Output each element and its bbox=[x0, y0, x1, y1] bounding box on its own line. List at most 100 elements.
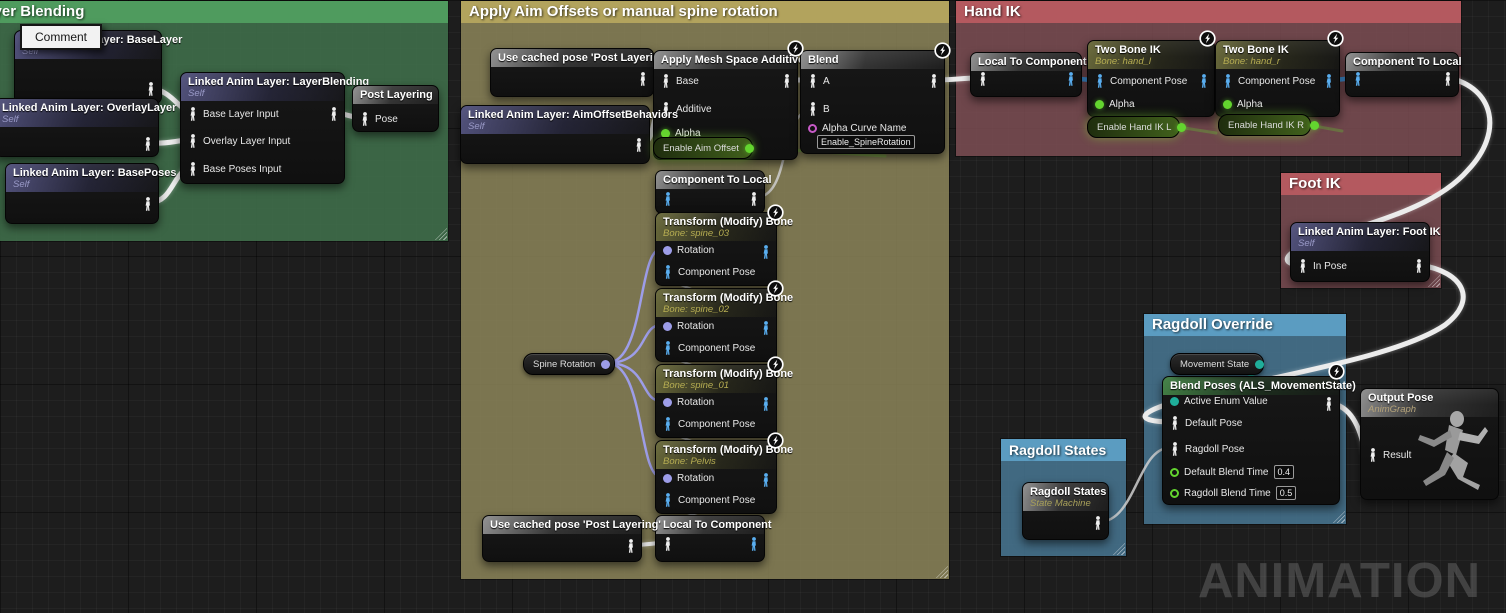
pin-component-pose-input[interactable]: Component Pose bbox=[663, 493, 755, 507]
pin-pose-output[interactable] bbox=[749, 192, 759, 206]
pin-pose-input[interactable] bbox=[978, 72, 988, 86]
pin-active-enum-value[interactable]: Active Enum Value bbox=[1170, 394, 1268, 408]
pin-pose-input[interactable] bbox=[663, 537, 673, 551]
node-linked-anim-layer-baseposes[interactable]: Linked Anim Layer: BasePoses Self bbox=[5, 163, 159, 224]
node-component-to-local-hand[interactable]: Component To Local bbox=[1345, 52, 1459, 97]
node-transform-modify-bone-pelvis[interactable]: Transform (Modify) Bone Bone: Pelvis Rot… bbox=[655, 440, 777, 514]
pin-pose-output[interactable] bbox=[146, 82, 156, 96]
pin-pose-output[interactable] bbox=[638, 72, 648, 86]
rotator-pin[interactable] bbox=[601, 360, 610, 369]
alpha-curve-name-field[interactable]: Enable_SpineRotation bbox=[817, 135, 915, 149]
node-two-bone-ik-left[interactable]: Two Bone IK Bone: hand_l Component Pose … bbox=[1087, 40, 1215, 117]
pin-pose-output[interactable] bbox=[626, 539, 636, 553]
pin-rotation-input[interactable]: Rotation bbox=[663, 319, 714, 333]
node-ragdoll-states-statemachine[interactable]: Ragdoll States State Machine bbox=[1022, 482, 1109, 540]
node-subtitle: Self bbox=[1298, 238, 1422, 249]
bool-pin[interactable] bbox=[1177, 123, 1186, 132]
node-transform-modify-bone-spine03[interactable]: Transform (Modify) Bone Bone: spine_03 R… bbox=[655, 212, 777, 286]
pin-pose-output[interactable] bbox=[634, 138, 644, 152]
enum-pin[interactable] bbox=[1255, 360, 1264, 369]
pin-pose-output[interactable] bbox=[782, 74, 792, 88]
node-title: Post Layering bbox=[360, 89, 431, 101]
pin-component-pose-input[interactable]: Component Pose bbox=[1095, 74, 1187, 88]
bool-pin[interactable] bbox=[1310, 121, 1319, 130]
node-title: Ragdoll States bbox=[1030, 486, 1101, 498]
pill-spine-rotation[interactable]: Spine Rotation bbox=[523, 353, 615, 375]
pin-component-pose-input[interactable] bbox=[663, 192, 673, 206]
pin-pose-output[interactable] bbox=[329, 107, 339, 121]
pin-component-pose-output[interactable] bbox=[1066, 72, 1076, 86]
node-blend[interactable]: Blend A B Alpha Curve Name Enable_SpineR… bbox=[800, 50, 945, 154]
node-output-pose[interactable]: Output Pose AnimGraph Result bbox=[1360, 388, 1499, 500]
node-component-to-local-mid[interactable]: Component To Local bbox=[655, 170, 765, 214]
pill-enable-hand-ik-l[interactable]: Enable Hand IK L bbox=[1087, 116, 1180, 138]
pin-component-pose-input[interactable]: Component Pose bbox=[663, 341, 755, 355]
pin-alpha-curve-name[interactable]: Alpha Curve Name bbox=[808, 121, 906, 135]
node-two-bone-ik-right[interactable]: Two Bone IK Bone: hand_r Component Pose … bbox=[1215, 40, 1340, 117]
pill-enable-hand-ik-r[interactable]: Enable Hand IK R bbox=[1218, 114, 1311, 136]
pin-component-pose-output[interactable] bbox=[761, 397, 771, 411]
node-linked-anim-layer-layerblending[interactable]: Linked Anim Layer: LayerBlending Self Ba… bbox=[180, 72, 345, 184]
node-linked-anim-layer-overlaylayer[interactable]: Linked Anim Layer: OverlayLayer Self bbox=[0, 98, 159, 157]
pin-pose-input[interactable]: Pose bbox=[360, 112, 398, 126]
animgraph-canvas[interactable]: ANIMATION Layer Blending Apply Aim Offse… bbox=[0, 0, 1506, 613]
pin-pose-output[interactable] bbox=[1093, 516, 1103, 530]
pin-alpha-input[interactable]: Alpha bbox=[1095, 97, 1135, 111]
node-post-layering[interactable]: Post Layering Pose bbox=[352, 85, 439, 132]
node-blend-poses-movementstate[interactable]: Blend Poses (ALS_MovementState) Active E… bbox=[1162, 376, 1340, 505]
pin-component-pose-input[interactable] bbox=[1353, 72, 1363, 86]
ragdoll-blend-time-field[interactable]: 0.5 bbox=[1276, 486, 1297, 500]
pin-overlay-layer-input[interactable]: Overlay Layer Input bbox=[188, 134, 290, 148]
pin-pose-output[interactable] bbox=[143, 137, 153, 151]
pin-pose-output[interactable] bbox=[1443, 72, 1453, 86]
pin-rotation-input[interactable]: Rotation bbox=[663, 243, 714, 257]
pin-pose-output[interactable] bbox=[1324, 397, 1334, 411]
pin-a-input[interactable]: A bbox=[808, 74, 830, 88]
pin-base-input[interactable]: Base bbox=[661, 74, 699, 88]
comment-title[interactable]: Hand IK bbox=[956, 1, 1461, 23]
pin-component-pose-output[interactable] bbox=[761, 473, 771, 487]
pin-b-input[interactable]: B bbox=[808, 102, 830, 116]
pin-rotation-input[interactable]: Rotation bbox=[663, 395, 714, 409]
pin-component-pose-output[interactable] bbox=[761, 321, 771, 335]
fast-path-icon bbox=[767, 432, 784, 449]
pin-label: Component Pose bbox=[678, 419, 755, 430]
pill-enable-aim-offset[interactable]: Enable Aim Offset bbox=[653, 137, 753, 159]
pin-alpha-input[interactable]: Alpha bbox=[1223, 97, 1263, 111]
comment-title[interactable]: Ragdoll Override bbox=[1144, 314, 1346, 336]
comment-title[interactable]: Ragdoll States bbox=[1001, 439, 1126, 461]
node-local-to-component-hand[interactable]: Local To Component bbox=[970, 52, 1082, 97]
pin-pose-output[interactable] bbox=[1414, 259, 1424, 273]
node-use-cached-pose-top[interactable]: Use cached pose 'Post Layering' bbox=[490, 48, 654, 97]
pin-component-pose-output[interactable] bbox=[761, 245, 771, 259]
pin-ragdoll-pose[interactable]: Ragdoll Pose bbox=[1170, 442, 1244, 456]
default-blend-time-field[interactable]: 0.4 bbox=[1274, 465, 1295, 479]
bool-pin[interactable] bbox=[745, 144, 754, 153]
pin-component-pose-input[interactable]: Component Pose bbox=[663, 265, 755, 279]
pin-default-pose[interactable]: Default Pose bbox=[1170, 416, 1242, 430]
pin-in-pose-input[interactable]: In Pose bbox=[1298, 259, 1347, 273]
pill-movement-state[interactable]: Movement State bbox=[1170, 353, 1264, 375]
node-transform-modify-bone-spine02[interactable]: Transform (Modify) Bone Bone: spine_02 R… bbox=[655, 288, 777, 362]
pin-base-poses-input[interactable]: Base Poses Input bbox=[188, 162, 281, 176]
node-use-cached-pose-bottom[interactable]: Use cached pose 'Post Layering' bbox=[482, 515, 642, 562]
pin-pose-output[interactable] bbox=[143, 197, 153, 211]
pin-rotation-input[interactable]: Rotation bbox=[663, 471, 714, 485]
pin-component-pose-output[interactable] bbox=[1324, 74, 1334, 88]
comment-title[interactable]: Layer Blending bbox=[0, 1, 448, 23]
pin-ragdoll-blend-time[interactable]: Ragdoll Blend Time0.5 bbox=[1170, 486, 1296, 500]
node-title: Use cached pose 'Post Layering' bbox=[490, 519, 634, 531]
comment-title[interactable]: Apply Aim Offsets or manual spine rotati… bbox=[461, 1, 949, 23]
node-linked-anim-layer-aimoffsetbehaviors[interactable]: Linked Anim Layer: AimOffsetBehaviors Se… bbox=[460, 105, 650, 164]
pin-base-layer-input[interactable]: Base Layer Input bbox=[188, 107, 279, 121]
pin-component-pose-input[interactable]: Component Pose bbox=[663, 417, 755, 431]
node-transform-modify-bone-spine01[interactable]: Transform (Modify) Bone Bone: spine_01 R… bbox=[655, 364, 777, 438]
pin-pose-output[interactable] bbox=[929, 74, 939, 88]
pin-default-blend-time[interactable]: Default Blend Time0.4 bbox=[1170, 465, 1294, 479]
pin-component-pose-input[interactable]: Component Pose bbox=[1223, 74, 1315, 88]
node-local-to-component-mid[interactable]: Local To Component bbox=[655, 515, 765, 562]
node-linked-anim-layer-footik[interactable]: Linked Anim Layer: Foot IK Self In Pose bbox=[1290, 222, 1430, 282]
pin-component-pose-output[interactable] bbox=[749, 537, 759, 551]
pin-component-pose-output[interactable] bbox=[1199, 74, 1209, 88]
comment-title[interactable]: Foot IK bbox=[1281, 173, 1441, 195]
